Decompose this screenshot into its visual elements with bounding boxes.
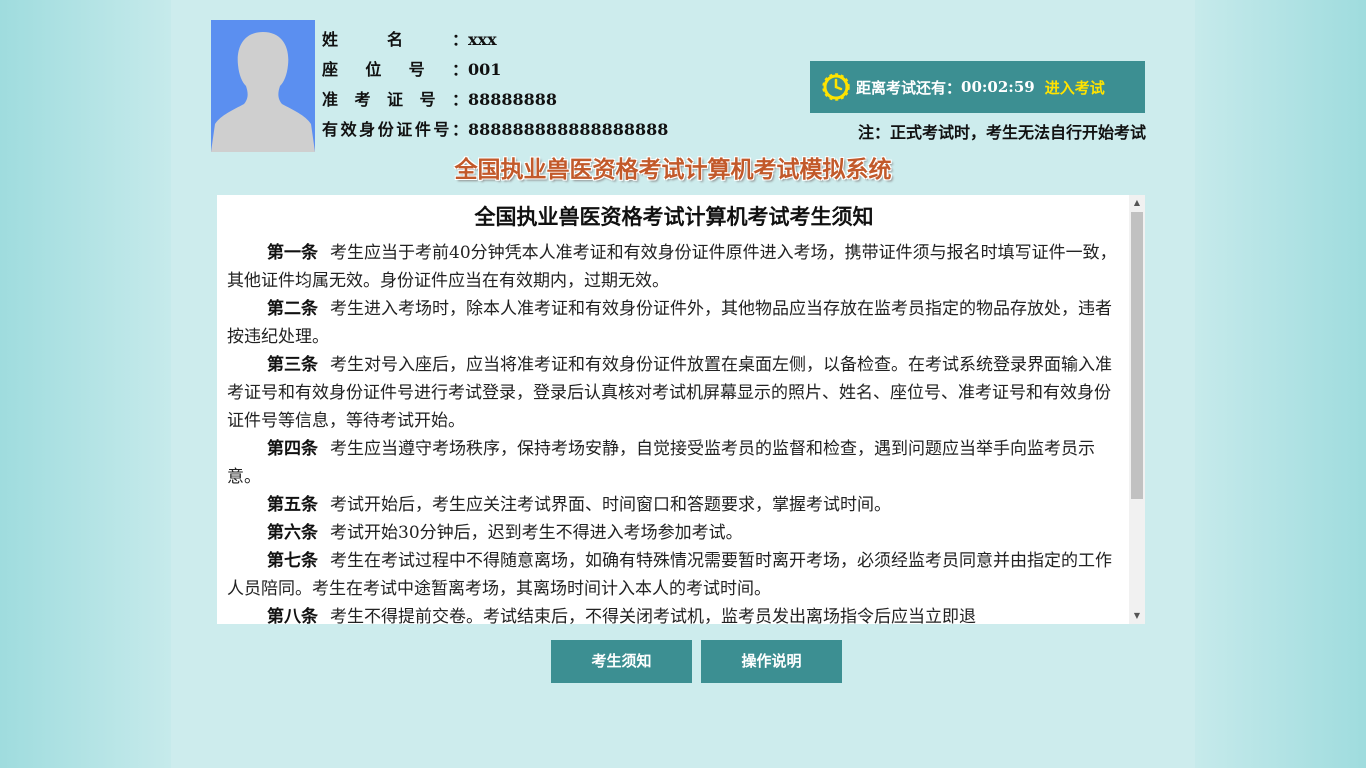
article-heading: 第八条 xyxy=(267,607,318,624)
article-text: 考生进入考场时，除本人准考证和有效身份证件外，其他物品应当存放在监考员指定的物品… xyxy=(227,299,1112,347)
article-heading: 第三条 xyxy=(267,355,318,375)
seat-label: 座位号： xyxy=(322,60,468,79)
enter-exam-link[interactable]: 进入考试 xyxy=(1045,77,1105,98)
article-1: 第一条 考生应当于考前40分钟凭本人准考证和有效身份证件原件进入考场，携带证件须与… xyxy=(227,239,1121,295)
article-6: 第六条 考试开始30分钟后，迟到考生不得进入考场参加考试。 xyxy=(227,519,1121,547)
article-2: 第二条 考生进入考场时，除本人准考证和有效身份证件外，其他物品应当存放在监考员指定… xyxy=(227,295,1121,351)
notice-title: 全国执业兽医资格考试计算机考试考生须知 xyxy=(474,204,874,229)
article-heading: 第四条 xyxy=(267,439,318,459)
countdown-time: 00:02:59 xyxy=(961,78,1035,96)
name-row: 姓名： xxx xyxy=(322,28,668,58)
article-heading: 第五条 xyxy=(267,495,318,515)
exam-note: 注：正式考试时，考生无法自行开始考试 xyxy=(857,123,1146,142)
candidate-info: 姓名： xxx 座位号： 001 准考证号： 88888888 有效身份证件号：… xyxy=(322,28,668,148)
article-heading: 第七条 xyxy=(267,551,318,571)
article-5: 第五条 考试开始后，考生应关注考试界面、时间窗口和答题要求，掌握考试时间。 xyxy=(227,491,1121,519)
ticket-label: 准考证号： xyxy=(322,90,468,109)
countdown-label: 距离考试还有： xyxy=(856,78,962,97)
id-label: 有效身份证件号： xyxy=(322,120,468,139)
seat-value: 001 xyxy=(468,60,502,79)
article-heading: 第一条 xyxy=(267,243,318,263)
article-text: 考生应当于考前40分钟凭本人准考证和有效身份证件原件进入考场，携带证件须与报名时… xyxy=(227,243,1117,291)
exam-page: 姓名： xxx 座位号： 001 准考证号： 88888888 有效身份证件号：… xyxy=(171,0,1195,768)
instructions-button[interactable]: 操作说明 xyxy=(701,640,842,683)
article-heading: 第二条 xyxy=(267,299,318,319)
article-text: 考试开始后，考生应关注考试界面、时间窗口和答题要求，掌握考试时间。 xyxy=(330,495,891,515)
countdown-panel: 距离考试还有： 00:02:59 进入考试 xyxy=(810,61,1145,113)
name-label: 姓名： xyxy=(322,30,468,49)
system-title: 全国执业兽医资格考试计算机考试模拟系统 xyxy=(454,157,892,183)
article-4: 第四条 考生应当遵守考场秩序，保持考场安静，自觉接受监考员的监督和检查，遇到问题应… xyxy=(227,435,1121,491)
article-7: 第七条 考生在考试过程中不得随意离场，如确有特殊情况需要暂时离开考场，必须经监考员… xyxy=(227,547,1121,603)
candidate-photo xyxy=(211,20,315,152)
candidate-notice-button[interactable]: 考生须知 xyxy=(551,640,692,683)
article-heading: 第六条 xyxy=(267,523,318,543)
notice-content: 全国执业兽医资格考试计算机考试考生须知 第一条 考生应当于考前40分钟凭本人准考证… xyxy=(227,203,1121,624)
clock-icon xyxy=(822,73,850,101)
article-text: 考生不得提前交卷。考试结束后，不得关闭考试机，监考员发出离场指令后应当立即退 xyxy=(330,607,976,624)
scroll-up-arrow-icon[interactable]: ▲ xyxy=(1129,195,1145,211)
ticket-row: 准考证号： 88888888 xyxy=(322,88,668,118)
id-row: 有效身份证件号： 888888888888888888 xyxy=(322,118,668,148)
article-8: 第八条 考生不得提前交卷。考试结束后，不得关闭考试机，监考员发出离场指令后应当立即… xyxy=(227,603,1121,624)
ticket-value: 88888888 xyxy=(468,90,558,109)
scrollbar-thumb[interactable] xyxy=(1131,212,1143,499)
article-text: 考试开始30分钟后，迟到考生不得进入考场参加考试。 xyxy=(330,523,743,543)
article-text: 考生对号入座后，应当将准考证和有效身份证件放置在桌面左侧，以备检查。在考试系统登… xyxy=(227,355,1112,431)
notice-panel[interactable]: 全国执业兽医资格考试计算机考试考生须知 第一条 考生应当于考前40分钟凭本人准考证… xyxy=(217,195,1145,624)
article-text: 考生应当遵守考场秩序，保持考场安静，自觉接受监考员的监督和检查，遇到问题应当举手… xyxy=(227,439,1095,487)
seat-row: 座位号： 001 xyxy=(322,58,668,88)
notice-scrollbar[interactable]: ▲ ▼ xyxy=(1129,195,1145,624)
scroll-down-arrow-icon[interactable]: ▼ xyxy=(1129,608,1145,624)
name-value: xxx xyxy=(468,30,497,49)
id-value: 888888888888888888 xyxy=(468,120,669,139)
article-3: 第三条 考生对号入座后，应当将准考证和有效身份证件放置在桌面左侧，以备检查。在考试… xyxy=(227,351,1121,435)
article-text: 考生在考试过程中不得随意离场，如确有特殊情况需要暂时离开考场，必须经监考员同意并… xyxy=(227,551,1112,599)
